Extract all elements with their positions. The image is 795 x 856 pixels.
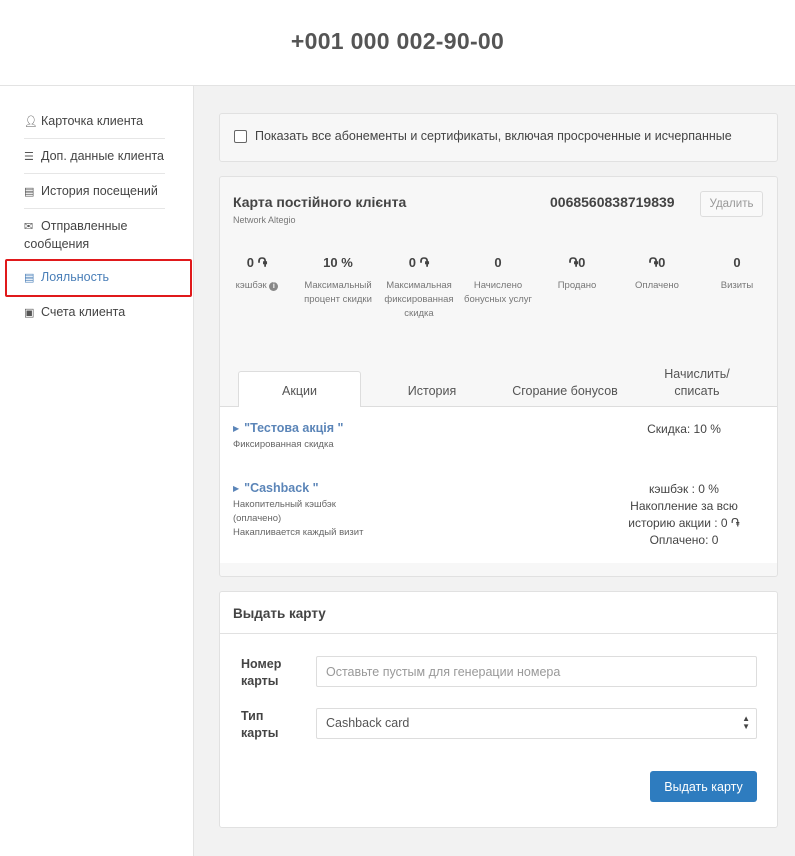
sidebar-item-label: Счета клиента xyxy=(41,305,126,319)
stat-value: ֏0 xyxy=(648,255,666,270)
stat-label: Визиты xyxy=(720,280,754,291)
tab-history[interactable]: История xyxy=(380,384,484,398)
issue-card-title: Выдать карту xyxy=(233,606,326,621)
promotions-list: ▶ "Тестова акція " Фиксированная скидка С… xyxy=(220,407,777,563)
divider xyxy=(24,173,165,174)
stat-visits: 0 Визиты xyxy=(697,255,777,293)
divider xyxy=(24,208,165,209)
select-arrows-icon: ▲ ▼ xyxy=(742,714,750,731)
stat-label: Максимальный процент скидки xyxy=(304,280,372,305)
tab-promotions-label[interactable]: Акции xyxy=(238,384,361,398)
card-number-input[interactable] xyxy=(316,656,757,687)
stat-value: 0 ֏ xyxy=(246,255,268,270)
stat-value: 0 ֏ xyxy=(408,255,430,270)
header: +001 000 002-90-00 xyxy=(0,0,795,86)
card-number: 0068560838719839 xyxy=(550,194,675,210)
promo-name[interactable]: ▶ "Тестова акція " xyxy=(233,421,343,435)
divider xyxy=(24,138,165,139)
stat-paid: ֏0 Оплачено xyxy=(617,255,697,293)
stat-value: ֏0 xyxy=(568,255,586,270)
caret-right-icon: ▶ xyxy=(233,484,240,493)
card-type-select[interactable]: Cashback card ▲ ▼ xyxy=(316,708,757,739)
show-all-checkbox[interactable] xyxy=(234,130,247,143)
history-icon: ▤ xyxy=(24,186,35,198)
promo-terms: кэшбэк : 0 % Накопление за всю историю а… xyxy=(628,482,740,547)
info-icon[interactable]: i xyxy=(269,282,279,291)
tab-bonus-expiry[interactable]: Сгорание бонусов xyxy=(503,384,627,398)
show-all-label[interactable]: Показать все абонементы и сертификаты, в… xyxy=(255,129,732,143)
phone-number: +001 000 002-90-00 xyxy=(290,28,505,54)
sidebar-item-client-card[interactable]: 👤︎ Карточка клиента xyxy=(24,113,165,131)
sidebar-item-label: История посещений xyxy=(41,184,158,198)
stat-cashback: 0 ֏ кэшбэк i xyxy=(217,255,297,293)
caret-right-icon: ▶ xyxy=(233,424,240,433)
sidebar-item-label: Отправленные сообщения xyxy=(24,219,128,251)
stat-label: Оплачено xyxy=(635,280,679,291)
delete-card-button[interactable]: Удалить xyxy=(700,191,763,217)
promo-description: Накопительный кэшбэк (оплачено) Накаплив… xyxy=(233,499,364,538)
stat-bonus-services: 0 Начислено бонусных услуг xyxy=(458,255,538,307)
sidebar-item-label: Доп. данные клиента xyxy=(41,149,165,163)
tab-accrue-writeoff[interactable]: Начислить/ списать xyxy=(656,366,738,400)
stat-sold: ֏0 Продано xyxy=(537,255,617,293)
card-network: Network Altegio xyxy=(233,215,296,225)
stat-label: Продано xyxy=(557,280,597,291)
loyalty-card-panel: Карта постійного клієнта Network Altegio… xyxy=(219,176,778,577)
briefcase-icon: ▣ xyxy=(24,307,35,319)
card-type-label: Тип карты xyxy=(241,709,279,740)
card-type-value: Cashback card xyxy=(326,716,410,730)
stat-label: кэшбэк xyxy=(235,280,267,291)
stat-value: 0 xyxy=(494,255,502,270)
stat-label: Максимальная фиксированная скидка xyxy=(384,280,454,319)
card-number-label: Номер карты xyxy=(241,657,282,688)
sidebar: 👤︎ Карточка клиента ☰ Доп. данные клиента … xyxy=(0,86,194,856)
promo-name[interactable]: ▶ "Cashback " xyxy=(233,481,319,495)
stat-label: Начислено бонусных услуг xyxy=(464,280,532,305)
list-icon: ☰ xyxy=(24,151,34,163)
stat-max-percent-discount: 10 % Максимальный процент скидки xyxy=(298,255,378,307)
stat-value: 10 % xyxy=(323,255,353,270)
sidebar-item-label: Карточка клиента xyxy=(41,114,144,128)
envelope-icon: ✉ xyxy=(24,221,34,233)
sidebar-item-visit-history[interactable]: ▤ История посещений xyxy=(24,183,165,201)
promo-description: Фиксированная скидка xyxy=(233,439,334,450)
user-icon: 👤︎ xyxy=(24,116,38,128)
sidebar-item-extra-data[interactable]: ☰ Доп. данные клиента xyxy=(24,148,165,166)
highlight-box xyxy=(5,259,192,297)
sidebar-item-client-bills[interactable]: ▣ Счета клиента xyxy=(24,304,165,322)
main-content: Показать все абонементы и сертификаты, в… xyxy=(194,86,795,856)
sidebar-item-sent-messages[interactable]: ✉ Отправленные сообщения xyxy=(24,218,165,253)
card-title: Карта постійного клієнта xyxy=(233,194,407,210)
divider xyxy=(220,633,777,634)
stat-value: 0 xyxy=(733,255,741,270)
filter-panel: Показать все абонементы и сертификаты, в… xyxy=(219,113,778,162)
issue-card-panel: Выдать карту Номер карты Тип карты Cashb… xyxy=(219,591,778,828)
issue-card-button[interactable]: Выдать карту xyxy=(650,771,757,802)
promo-terms: Скидка: 10 % xyxy=(647,422,721,436)
stat-max-fixed-discount: 0 ֏ Максимальная фиксированная скидка xyxy=(379,255,459,321)
